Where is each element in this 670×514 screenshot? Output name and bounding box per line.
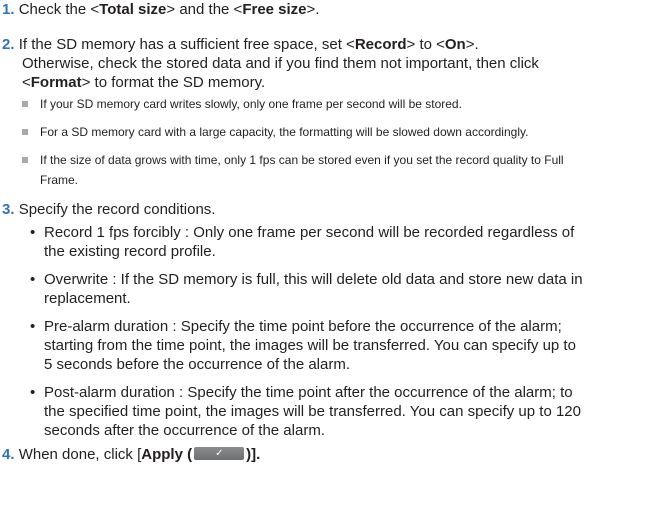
list-item-text: Post-alarm duration : Specify the time p… [44, 384, 573, 401]
step-number: 1. [2, 1, 15, 18]
list-item-text: the existing record profile. [44, 243, 216, 260]
step-text: If the SD memory has a sufficient free s… [19, 36, 479, 53]
note-text: If the size of data grows with time, onl… [40, 153, 564, 167]
list-item-text: replacement. [44, 290, 131, 307]
step-2: 2. If the SD memory has a sufficient fre… [2, 35, 479, 54]
step-4: 4. When done, click [Apply ( ✓)]. [2, 445, 260, 464]
text-run: >. [465, 36, 479, 53]
ui-term-record: Record [354, 36, 407, 53]
list-item-text: 5 seconds before the occurrence of the a… [44, 356, 351, 373]
note-text: For a SD memory card with a large capaci… [40, 125, 529, 139]
list-item-text: Record 1 fps forcibly : Only one frame p… [44, 224, 575, 241]
apply-button[interactable]: ✓ [194, 447, 245, 460]
note-marker-icon [22, 101, 28, 107]
step-2-line-2: Otherwise, check the stored data and if … [22, 55, 539, 72]
instruction-page: 1. Check the <Total size> and the <Free … [0, 0, 670, 514]
bullet-icon: • [30, 224, 36, 241]
step-text: Specify the record conditions. [18, 201, 216, 218]
list-item-text: starting from the time point, the images… [44, 337, 576, 354]
text-run: >. [306, 1, 320, 18]
list-item-text: Pre-alarm duration : Specify the time po… [44, 318, 562, 335]
ui-term-total-size: Total size [99, 1, 167, 18]
text-run: If the SD memory has a sufficient free s… [18, 36, 355, 53]
text-run: < [22, 74, 31, 91]
text-run: When done, click [ [18, 446, 142, 463]
checkmark-icon: ✓ [215, 448, 224, 459]
note-text: Frame. [40, 173, 79, 187]
note-marker-icon [22, 157, 28, 163]
text-run: > to format the SD memory. [81, 74, 266, 91]
step-number: 2. [2, 36, 15, 53]
step-1: 1. Check the <Total size> and the <Free … [2, 0, 319, 19]
step-text: Check the <Total size> and the <Free siz… [19, 1, 320, 18]
step-2-line-3: <Format> to format the SD memory. [22, 73, 265, 92]
text-run: Check the < [18, 1, 100, 18]
note-marker-icon [22, 129, 28, 135]
ui-term-format: Format [30, 74, 82, 91]
ui-term-free-size: Free size [242, 1, 307, 18]
step-number: 4. [2, 446, 15, 463]
step-text: When done, click [Apply ( ✓)]. [19, 446, 261, 463]
step-3: 3. Specify the record conditions. [2, 200, 215, 219]
list-item-text: seconds after the occurrence of the alar… [44, 422, 325, 439]
text-run: )]. [246, 446, 261, 463]
text-run: > and the < [166, 1, 243, 18]
step-number: 3. [2, 201, 15, 218]
note-text: If your SD memory card writes slowly, on… [40, 97, 462, 111]
bullet-icon: • [30, 318, 36, 335]
ui-term-on: On [444, 36, 466, 53]
bullet-icon: • [30, 271, 36, 288]
ui-term-apply: Apply ( [141, 446, 193, 463]
bullet-icon: • [30, 384, 36, 401]
list-item-text: the specified time point, the images wil… [44, 403, 581, 420]
list-item-text: Overwrite : If the SD memory is full, th… [44, 271, 583, 288]
text-run: > to < [406, 36, 445, 53]
